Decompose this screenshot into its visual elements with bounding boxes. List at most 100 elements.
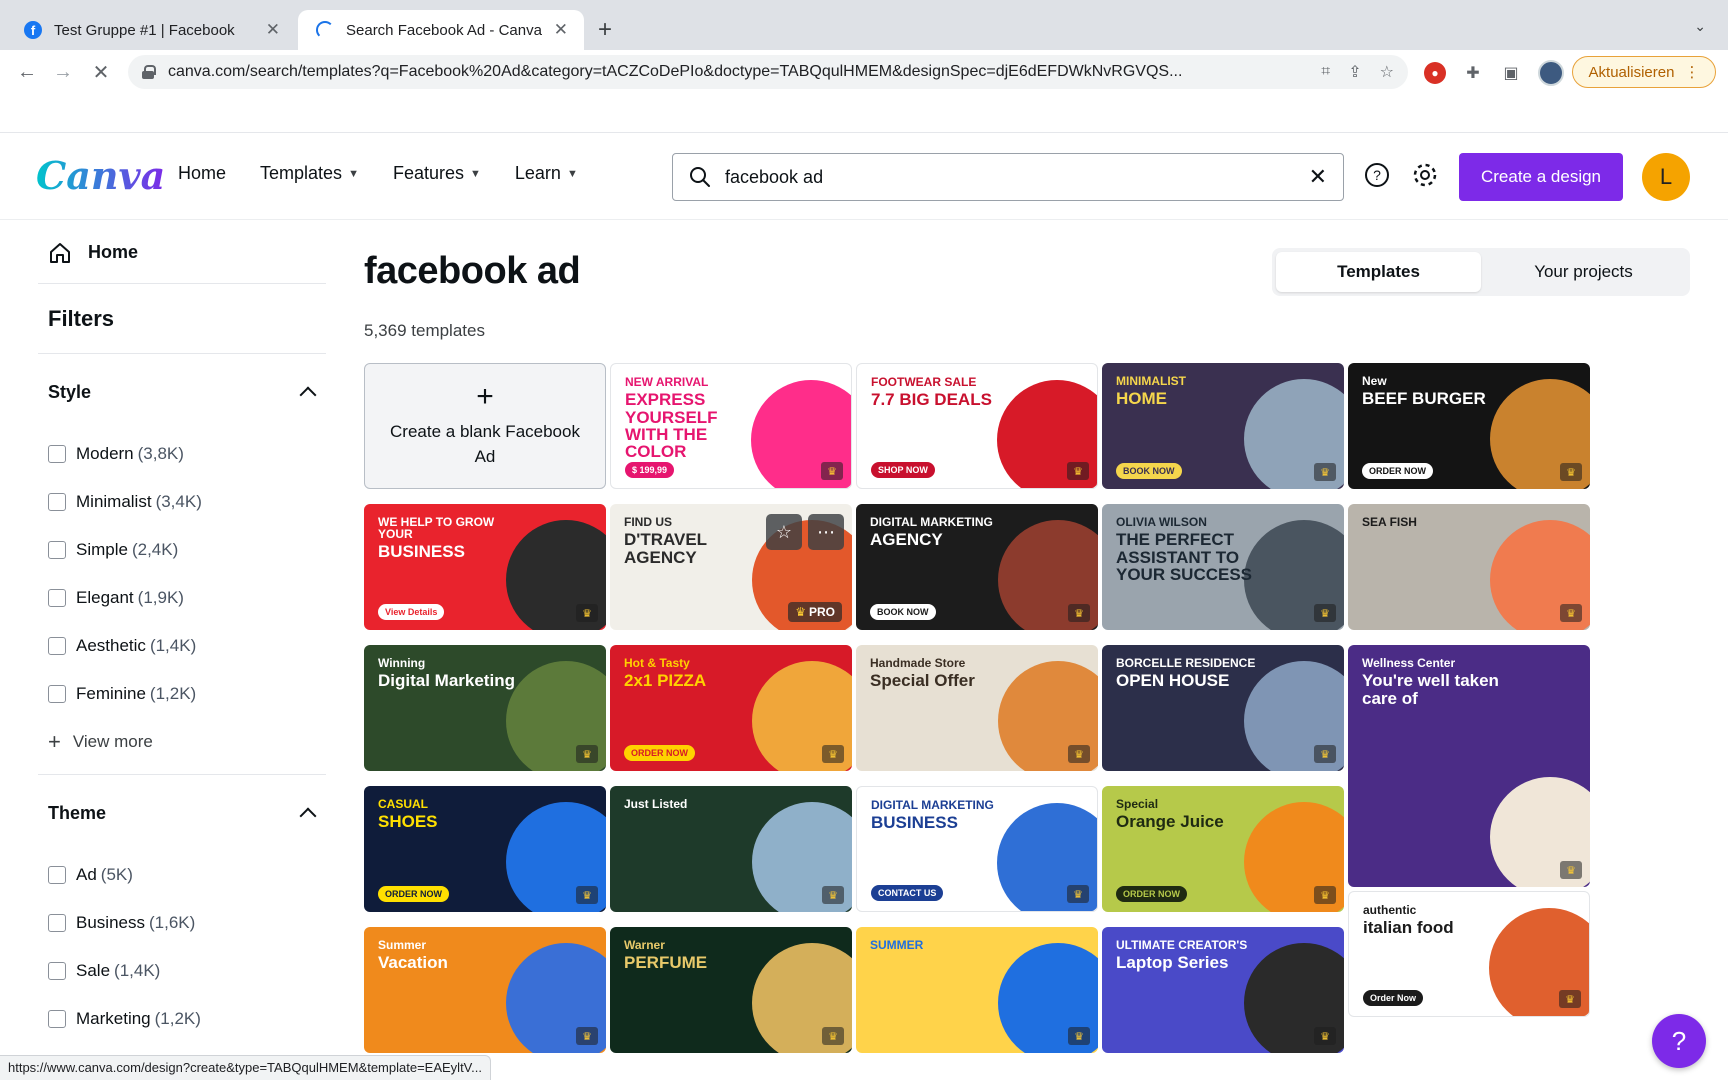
template-card[interactable]: DIGITAL MARKETING AGENCY BOOK NOW ♛ [856,504,1098,630]
template-card[interactable]: MINIMALIST HOME BOOK NOW ♛ [1102,363,1344,489]
filter-theme-sale[interactable]: Sale (1,4K) [38,947,326,995]
checkbox[interactable] [48,962,66,980]
crown-icon: ♛ [576,604,598,622]
browser-profile-avatar[interactable] [1538,60,1564,86]
address-bar[interactable]: canva.com/search/templates?q=Facebook%20… [128,55,1408,89]
page-title: facebook ad [364,250,581,292]
template-card[interactable]: BORCELLE RESIDENCE OPEN HOUSE ♛ [1102,645,1344,771]
template-text-line2: OPEN HOUSE [1116,671,1230,691]
filter-style-feminine[interactable]: Feminine (1,2K) [38,670,326,718]
view-more-styles-button[interactable]: + View more [38,718,326,766]
clear-search-icon[interactable]: ✕ [1309,164,1327,190]
checkbox[interactable] [48,914,66,932]
template-card[interactable]: OLIVIA WILSON THE PERFECT ASSISTANT TO YO… [1102,504,1344,630]
bookmark-star-icon[interactable]: ☆ [1380,62,1394,82]
extension-icon[interactable]: ● [1424,62,1446,84]
close-tab-icon[interactable]: ✕ [266,20,280,40]
stop-loading-icon[interactable]: ✕ [86,57,116,87]
template-card[interactable]: WE HELP TO GROW YOUR BUSINESS View Details… [364,504,606,630]
favorite-star-icon[interactable]: ☆ [766,514,802,550]
user-avatar[interactable]: L [1642,153,1690,201]
tab-templates[interactable]: Templates [1276,252,1481,292]
template-cta: CONTACT US [871,885,944,901]
forward-arrow-icon[interactable]: → [48,57,78,87]
template-card[interactable]: Special Orange Juice ORDER NOW ♛ [1102,786,1344,912]
checkbox[interactable] [48,685,66,703]
template-text-line2: D'TRAVEL AGENCY [624,530,707,567]
filter-theme-ad[interactable]: Ad (5K) [38,851,326,899]
browser-tab-facebook[interactable]: f Test Gruppe #1 | Facebook ✕ [6,10,296,50]
tab-your-projects[interactable]: Your projects [1481,252,1686,292]
nav-learn[interactable]: Learn ▼ [515,163,578,184]
style-filter-header[interactable]: Style [38,354,326,430]
translate-icon[interactable]: ⌗ [1321,63,1330,81]
template-grid: + Create a blank Facebook Ad NEW ARRIVAL… [364,363,1690,1080]
template-headline: BORCELLE RESIDENCE OPEN HOUSE [1116,657,1256,690]
template-card[interactable]: ULTIMATE CREATOR'S Laptop Series ♛ [1102,927,1344,1053]
template-headline: Just Listed [624,798,764,810]
filter-theme-marketing[interactable]: Marketing (1,2K) [38,995,326,1043]
checkbox[interactable] [48,493,66,511]
filter-style-modern[interactable]: Modern (3,8K) [38,430,326,478]
sidebar-home-link[interactable]: Home [38,222,326,284]
chevron-down-icon: ▼ [470,167,481,180]
search-input[interactable] [725,166,1309,188]
template-card[interactable]: Winning Digital Marketing ♛ [364,645,606,771]
close-tab-icon[interactable]: ✕ [554,20,568,40]
checkbox[interactable] [48,589,66,607]
template-text-line2: THE PERFECT ASSISTANT TO YOUR SUCCESS [1116,530,1253,584]
create-design-button[interactable]: Create a design [1459,153,1623,201]
template-text-line2: SHOES [378,812,438,832]
template-card[interactable]: authentic italian food Order Now ♛ [1348,891,1590,1017]
checkbox[interactable] [48,445,66,463]
template-text-line2: BEEF BURGER [1362,389,1486,409]
template-card[interactable]: Summer Vacation ♛ [364,927,606,1053]
nav-features[interactable]: Features ▼ [393,163,481,184]
blank-label: Create a blank Facebook Ad [390,422,580,466]
help-chat-button[interactable]: ? [1652,1014,1706,1068]
browser-tab-canva[interactable]: Search Facebook Ad - Canva ✕ [298,10,584,50]
filter-style-simple[interactable]: Simple (2,4K) [38,526,326,574]
crown-icon: ♛ [576,1027,598,1045]
checkbox[interactable] [48,541,66,559]
template-card[interactable]: Warner PERFUME ♛ [610,927,852,1053]
checkbox[interactable] [48,637,66,655]
side-panel-icon[interactable]: ▣ [1500,62,1522,84]
nav-home[interactable]: Home [178,163,226,184]
template-card[interactable]: NEW ARRIVAL EXPRESS YOURSELF WITH THE COL… [610,363,852,489]
new-tab-icon[interactable]: + [598,16,612,44]
template-card[interactable]: DIGITAL MARKETING BUSINESS CONTACT US ♛ [856,786,1098,912]
filter-theme-business[interactable]: Business (1,6K) [38,899,326,947]
checkbox[interactable] [48,866,66,884]
share-icon[interactable]: ⇪ [1348,62,1361,82]
checkbox[interactable] [48,1010,66,1028]
template-headline: ULTIMATE CREATOR'S Laptop Series [1116,939,1256,972]
template-card[interactable]: FIND US D'TRAVEL AGENCY ☆ ⋯ ♛ PRO [610,504,852,630]
more-options-icon[interactable]: ⋯ [808,514,844,550]
theme-filter-header[interactable]: Theme [38,775,326,851]
nav-templates[interactable]: Templates ▼ [260,163,359,184]
template-card[interactable]: Wellness Center You're well taken care of… [1348,645,1590,887]
filter-style-elegant[interactable]: Elegant (1,9K) [38,574,326,622]
filter-style-minimalist[interactable]: Minimalist (3,4K) [38,478,326,526]
template-card[interactable]: SUMMER ♛ [856,927,1098,1053]
help-icon[interactable]: ? [1363,161,1391,189]
puzzle-extensions-icon[interactable]: ✚ [1462,62,1484,84]
filters-title: Filters [38,284,326,354]
template-card[interactable]: FOOTWEAR SALE 7.7 BIG DEALS SHOP NOW ♛ [856,363,1098,489]
template-card[interactable]: SEA FISH ♛ [1348,504,1590,630]
filter-style-aesthetic[interactable]: Aesthetic (1,4K) [38,622,326,670]
create-blank-facebook-ad-button[interactable]: + Create a blank Facebook Ad [364,363,606,489]
update-browser-button[interactable]: Aktualisieren ⋮ [1572,56,1716,88]
settings-gear-icon[interactable] [1411,161,1439,189]
template-card[interactable]: Just Listed ♛ [610,786,852,912]
canva-logo[interactable]: Canva [36,153,165,198]
template-text-line2: Vacation [378,953,448,973]
template-card[interactable]: Hot & Tasty 2x1 PIZZA ORDER NOW ♛ [610,645,852,771]
template-card[interactable]: New BEEF BURGER ORDER NOW ♛ [1348,363,1590,489]
back-arrow-icon[interactable]: ← [12,57,42,87]
template-headline: SEA FISH [1362,516,1502,528]
template-card[interactable]: Handmade Store Special Offer ♛ [856,645,1098,771]
template-card[interactable]: CASUAL SHOES ORDER NOW ♛ [364,786,606,912]
tab-search-chevron-icon[interactable]: ⌄ [1694,18,1706,35]
